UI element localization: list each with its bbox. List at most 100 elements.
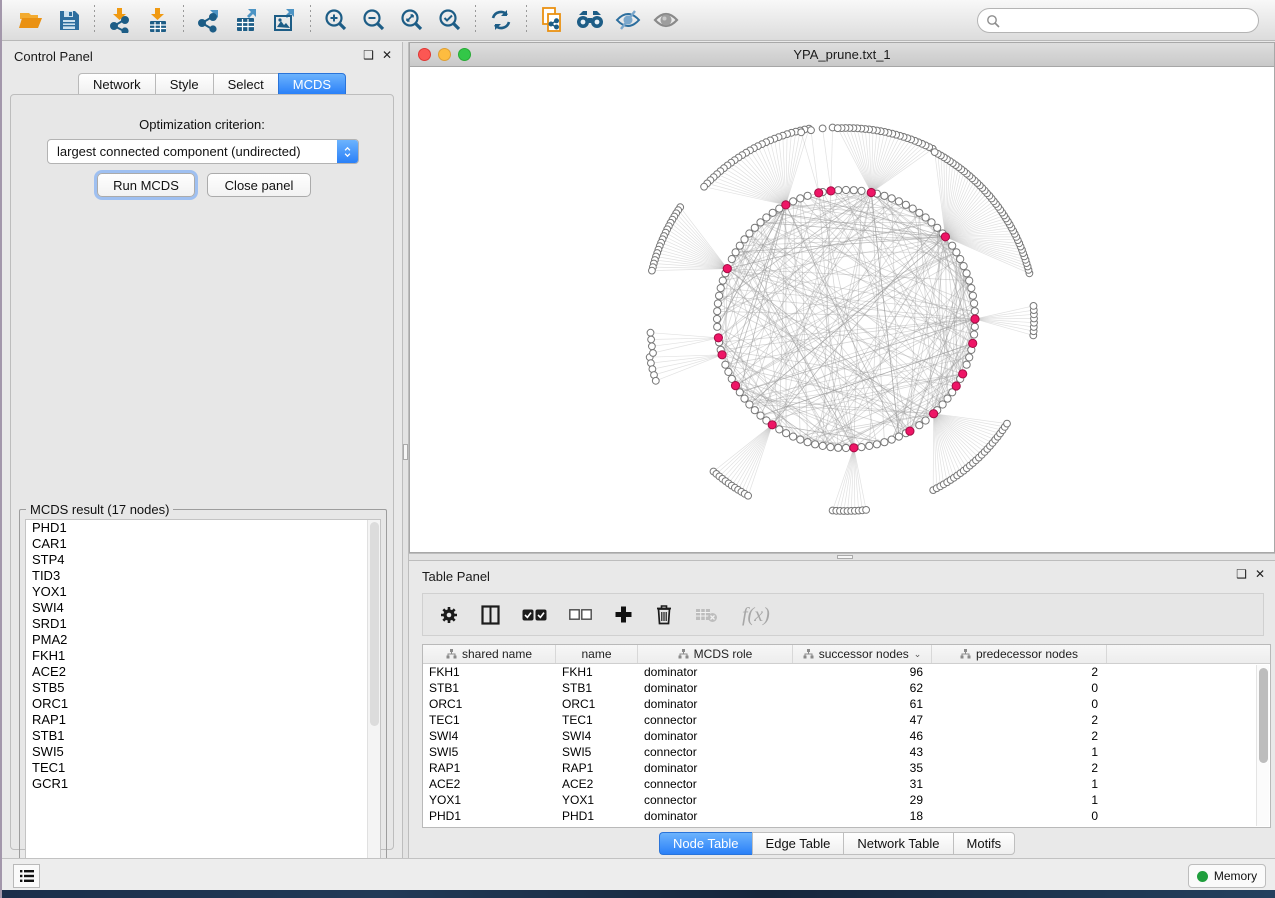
tab-network[interactable]: Network bbox=[78, 73, 155, 95]
table-cell[interactable]: STB1 bbox=[423, 681, 556, 695]
table-cell[interactable]: SWI4 bbox=[423, 729, 556, 743]
table-scrollbar[interactable] bbox=[1256, 665, 1269, 826]
optimization-criterion-select[interactable]: largest connected component (undirected) bbox=[47, 139, 359, 164]
mcds-result-item[interactable]: ACE2 bbox=[26, 664, 380, 680]
table-row[interactable]: ACE2ACE2connector311 bbox=[423, 776, 1270, 792]
table-cell[interactable]: 1 bbox=[932, 777, 1107, 791]
column-header-shared-name[interactable]: shared name bbox=[423, 645, 556, 663]
table-cell[interactable]: 2 bbox=[932, 729, 1107, 743]
tab-motifs[interactable]: Motifs bbox=[953, 832, 1016, 855]
table-cell[interactable]: SWI5 bbox=[556, 745, 638, 759]
table-cell[interactable]: 1 bbox=[932, 745, 1107, 759]
mcds-scrollbar-thumb[interactable] bbox=[370, 522, 379, 726]
export-table-icon[interactable] bbox=[228, 4, 266, 36]
table-cell[interactable]: SWI4 bbox=[556, 729, 638, 743]
table-cell[interactable]: YOX1 bbox=[556, 793, 638, 807]
table-cell[interactable]: ACE2 bbox=[423, 777, 556, 791]
table-row[interactable]: RAP1RAP1dominator352 bbox=[423, 760, 1270, 776]
network-canvas[interactable] bbox=[410, 67, 1274, 552]
table-cell[interactable]: ORC1 bbox=[423, 697, 556, 711]
table-cell[interactable]: 62 bbox=[793, 681, 932, 695]
table-row[interactable]: FKH1FKH1dominator962 bbox=[423, 664, 1270, 680]
clone-network-icon[interactable] bbox=[533, 4, 571, 36]
mcds-result-item[interactable]: YOX1 bbox=[26, 584, 380, 600]
mcds-result-item[interactable]: TID3 bbox=[26, 568, 380, 584]
mcds-result-item[interactable]: CAR1 bbox=[26, 536, 380, 552]
table-cell[interactable]: 2 bbox=[932, 761, 1107, 775]
splitter-grip[interactable] bbox=[403, 444, 408, 460]
mcds-result-item[interactable]: SWI4 bbox=[26, 600, 380, 616]
table-cell[interactable]: YOX1 bbox=[423, 793, 556, 807]
column-header-MCDS-role[interactable]: MCDS role bbox=[638, 645, 793, 663]
table-cell[interactable]: 0 bbox=[932, 681, 1107, 695]
table-cell[interactable]: TEC1 bbox=[423, 713, 556, 727]
table-cell[interactable]: connector bbox=[638, 793, 793, 807]
mcds-scrollbar[interactable] bbox=[367, 520, 380, 872]
table-cell[interactable]: 46 bbox=[793, 729, 932, 743]
zoom-selected-icon[interactable] bbox=[431, 4, 469, 36]
table-cell[interactable]: 2 bbox=[932, 713, 1107, 727]
mcds-result-item[interactable]: GCR1 bbox=[26, 776, 380, 792]
mcds-result-item[interactable]: RAP1 bbox=[26, 712, 380, 728]
select-all-checkboxes-icon[interactable] bbox=[522, 609, 547, 621]
table-cell[interactable]: 31 bbox=[793, 777, 932, 791]
export-network-icon[interactable] bbox=[190, 4, 228, 36]
table-cell[interactable]: FKH1 bbox=[556, 665, 638, 679]
add-column-icon[interactable] bbox=[614, 605, 633, 624]
column-header-successor-nodes[interactable]: successor nodes⌄ bbox=[793, 645, 932, 663]
table-cell[interactable]: 18 bbox=[793, 809, 932, 823]
table-cell[interactable]: connector bbox=[638, 777, 793, 791]
delete-column-icon[interactable] bbox=[655, 604, 673, 625]
network-search-field[interactable] bbox=[977, 8, 1259, 33]
table-cell[interactable]: SWI5 bbox=[423, 745, 556, 759]
show-hidden-icon[interactable] bbox=[647, 4, 685, 36]
close-panel-icon[interactable]: ✕ bbox=[382, 49, 392, 61]
memory-button[interactable]: Memory bbox=[1188, 864, 1266, 888]
mcds-result-item[interactable]: SWI5 bbox=[26, 744, 380, 760]
table-cell[interactable]: ORC1 bbox=[556, 697, 638, 711]
table-cell[interactable]: 47 bbox=[793, 713, 932, 727]
table-cell[interactable]: STB1 bbox=[556, 681, 638, 695]
table-cell[interactable]: 0 bbox=[932, 809, 1107, 823]
tab-network-table[interactable]: Network Table bbox=[843, 832, 952, 855]
mcds-result-item[interactable]: ORC1 bbox=[26, 696, 380, 712]
table-cell[interactable]: RAP1 bbox=[423, 761, 556, 775]
zoom-out-icon[interactable] bbox=[355, 4, 393, 36]
table-cell[interactable]: dominator bbox=[638, 761, 793, 775]
table-cell[interactable]: FKH1 bbox=[423, 665, 556, 679]
horizontal-splitter[interactable] bbox=[409, 553, 1275, 561]
vertical-splitter[interactable] bbox=[402, 42, 409, 858]
network-window-titlebar[interactable]: YPA_prune.txt_1 bbox=[410, 43, 1274, 67]
deselect-all-checkboxes-icon[interactable] bbox=[569, 609, 592, 620]
column-settings-gear-icon[interactable] bbox=[439, 605, 459, 625]
table-scrollbar-thumb[interactable] bbox=[1259, 668, 1268, 763]
table-cell[interactable]: dominator bbox=[638, 729, 793, 743]
table-cell[interactable]: connector bbox=[638, 745, 793, 759]
hide-selected-icon[interactable] bbox=[609, 4, 647, 36]
table-cell[interactable]: 0 bbox=[932, 697, 1107, 711]
mcds-result-item[interactable]: TEC1 bbox=[26, 760, 380, 776]
table-row[interactable]: TEC1TEC1connector472 bbox=[423, 712, 1270, 728]
float-panel-icon[interactable]: ❑ bbox=[363, 49, 374, 61]
search-network-icon[interactable] bbox=[571, 4, 609, 36]
table-cell[interactable]: dominator bbox=[638, 809, 793, 823]
import-network-icon[interactable] bbox=[101, 4, 139, 36]
table-row[interactable]: STB1STB1dominator620 bbox=[423, 680, 1270, 696]
table-cell[interactable]: ACE2 bbox=[556, 777, 638, 791]
table-cell[interactable]: 43 bbox=[793, 745, 932, 759]
table-cell[interactable]: TEC1 bbox=[556, 713, 638, 727]
import-table-icon[interactable] bbox=[139, 4, 177, 36]
function-builder-icon[interactable]: f(x) bbox=[740, 603, 782, 627]
table-cell[interactable]: connector bbox=[638, 713, 793, 727]
mcds-result-item[interactable]: STB5 bbox=[26, 680, 380, 696]
table-row[interactable]: ORC1ORC1dominator610 bbox=[423, 696, 1270, 712]
table-cell[interactable]: dominator bbox=[638, 665, 793, 679]
table-cell[interactable]: 2 bbox=[932, 665, 1107, 679]
export-image-icon[interactable] bbox=[266, 4, 304, 36]
mcds-result-list[interactable]: PHD1CAR1STP4TID3YOX1SWI4SRD1PMA2FKH1ACE2… bbox=[25, 519, 381, 873]
table-cell[interactable]: RAP1 bbox=[556, 761, 638, 775]
show-columns-icon[interactable] bbox=[481, 605, 500, 625]
table-cell[interactable]: 1 bbox=[932, 793, 1107, 807]
mcds-result-item[interactable]: SRD1 bbox=[26, 616, 380, 632]
table-cell[interactable]: 61 bbox=[793, 697, 932, 711]
